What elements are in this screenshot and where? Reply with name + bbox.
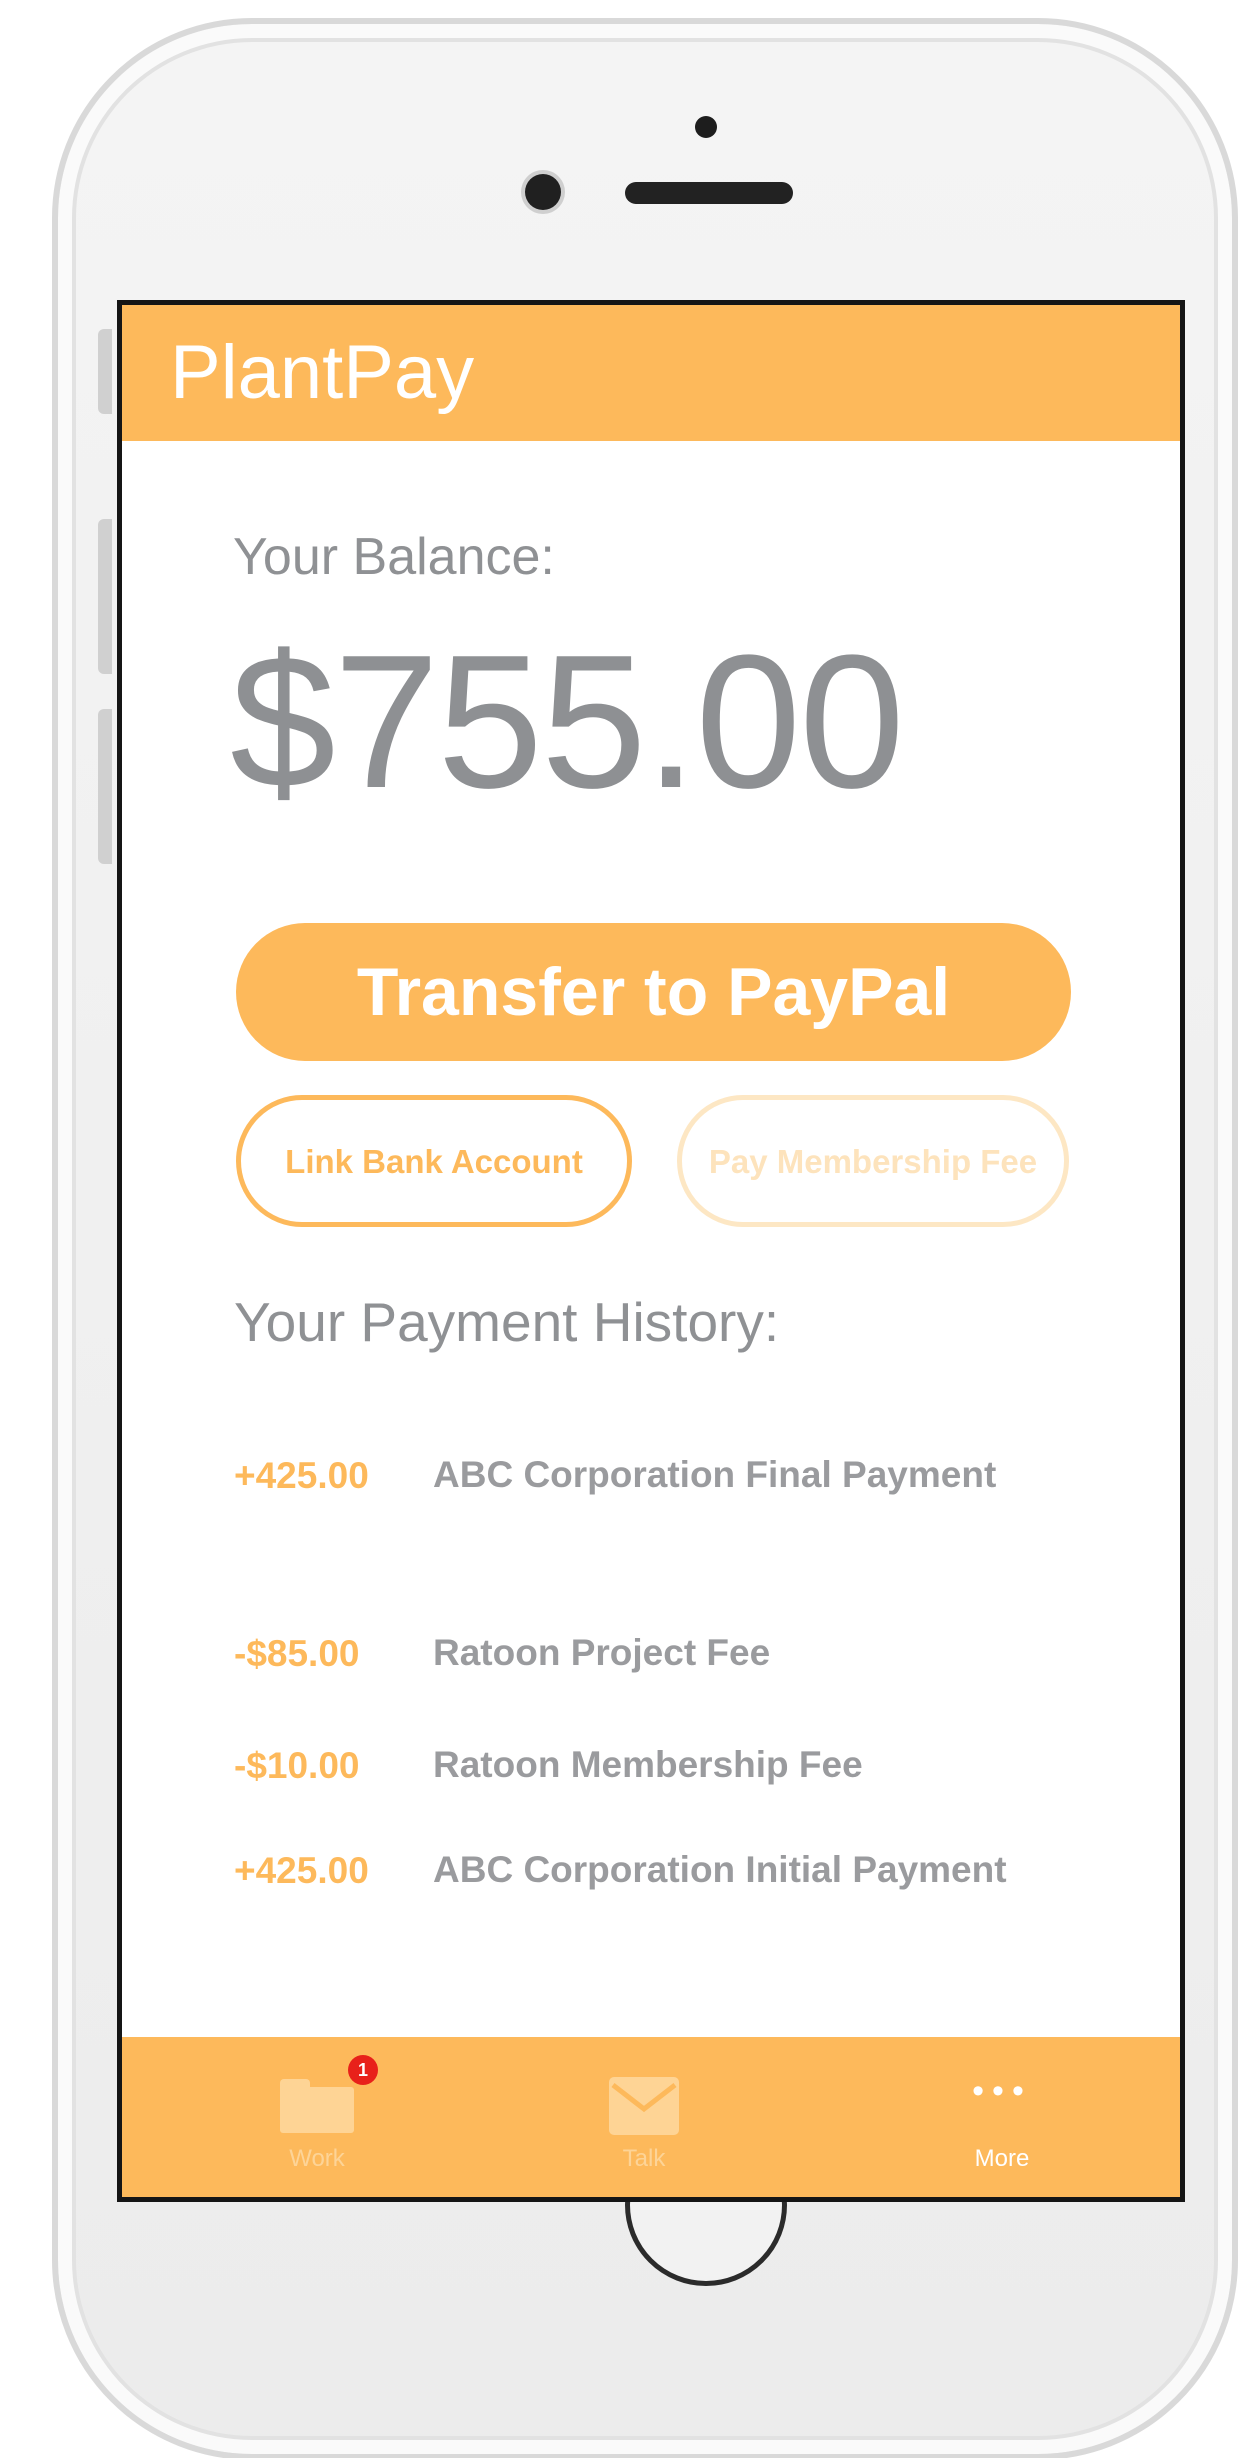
- balance-amount: $755.00: [230, 616, 905, 828]
- tab-more-label: More: [974, 2145, 1030, 2172]
- volume-down-button: [98, 709, 112, 864]
- folder-icon: [280, 2079, 354, 2133]
- history-description: ABC Corporation Final Payment: [433, 1454, 997, 1495]
- tab-work[interactable]: 1 Work: [217, 2037, 417, 2197]
- app-header: PlantPay: [122, 305, 1180, 441]
- payment-history-label: Your Payment History:: [234, 1291, 780, 1353]
- mute-switch: [98, 329, 112, 414]
- balance-label: Your Balance:: [233, 528, 555, 586]
- tab-work-label: Work: [289, 2145, 345, 2172]
- tab-bar: 1 Work Talk ••• More: [122, 2037, 1180, 2197]
- mail-icon: [609, 2077, 679, 2135]
- front-camera: [525, 174, 561, 210]
- history-amount: -$85.00: [234, 1633, 360, 1674]
- transfer-to-paypal-button[interactable]: Transfer to PayPal: [236, 923, 1071, 1061]
- tab-talk[interactable]: Talk: [544, 2037, 744, 2197]
- history-description: Ratoon Project Fee: [433, 1632, 771, 1673]
- notification-badge: 1: [348, 2055, 378, 2085]
- history-amount: +425.00: [234, 1850, 369, 1891]
- tab-more[interactable]: ••• More: [902, 2037, 1102, 2197]
- history-description: Ratoon Membership Fee: [433, 1744, 863, 1785]
- app-title: PlantPay: [170, 330, 475, 415]
- pay-membership-fee-button[interactable]: Pay Membership Fee: [677, 1095, 1069, 1227]
- more-dots-icon: •••: [972, 2072, 1032, 2110]
- volume-up-button: [98, 519, 112, 674]
- history-amount: +425.00: [234, 1455, 369, 1496]
- link-bank-account-button[interactable]: Link Bank Account: [236, 1095, 632, 1227]
- earpiece-speaker: [625, 182, 793, 204]
- tab-talk-label: Talk: [622, 2145, 666, 2172]
- history-description: ABC Corporation Initial Payment: [433, 1849, 1007, 1890]
- app-screen: PlantPay Your Balance: $755.00 Transfer …: [117, 300, 1185, 2202]
- history-amount: -$10.00: [234, 1745, 360, 1786]
- proximity-sensor: [695, 116, 717, 138]
